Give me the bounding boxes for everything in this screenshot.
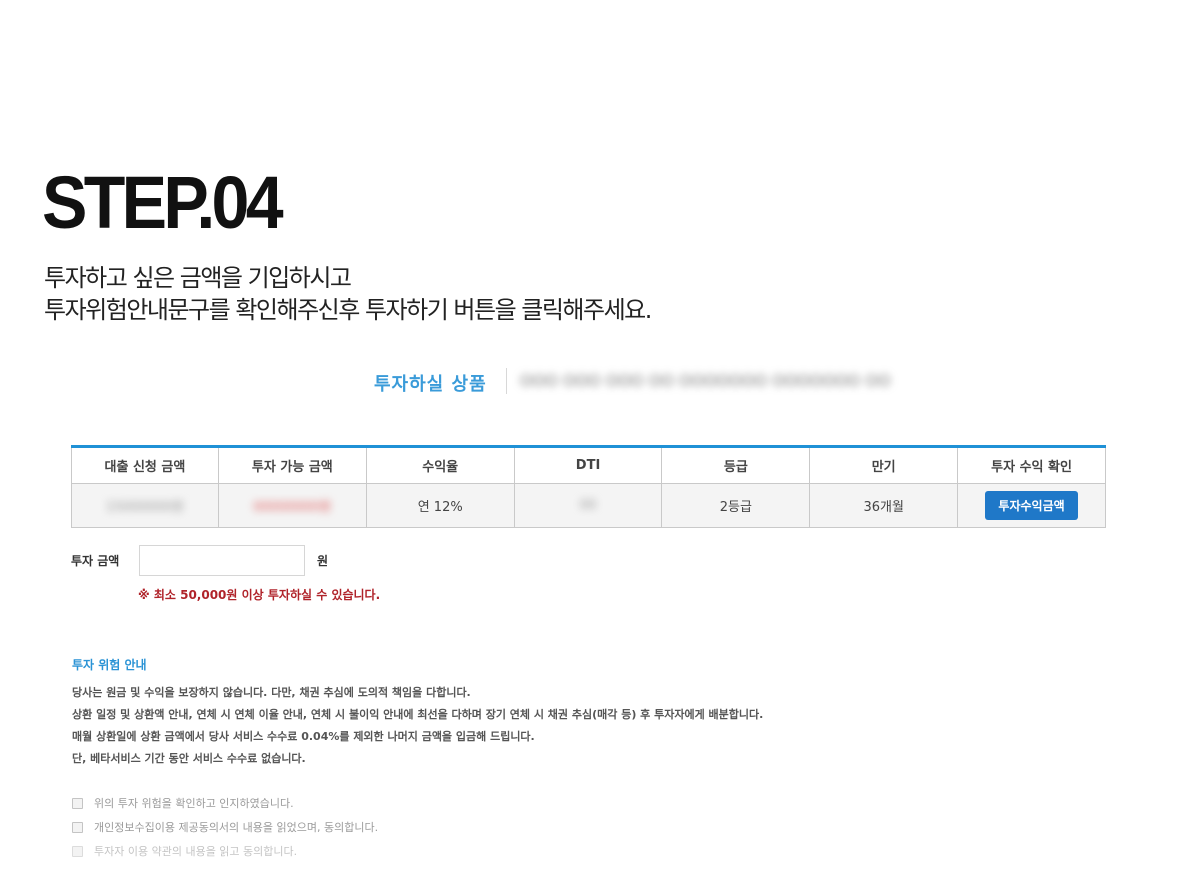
step-description: 투자하고 싶은 금액을 기입하시고 투자위험안내문구를 확인해주신후 투자하기 …: [44, 262, 652, 326]
amount-label: 투자 금액: [71, 554, 120, 568]
product-name: OOO OOO OOO OO OOOOOOO OOOOOOO OO: [520, 371, 891, 390]
cell-term: 36개월: [809, 483, 959, 528]
product-divider: [506, 368, 507, 394]
risk-notice-line: 매월 상환일에 상환 금액에서 당사 서비스 수수료 0.04%를 제외한 나머…: [72, 730, 535, 743]
product-label: 투자하실 상품: [374, 374, 487, 395]
agreement-terms[interactable]: 투자자 이용 약관의 내용을 읽고 동의합니다.: [72, 843, 297, 859]
loan-amount-value: 15000000원: [105, 500, 185, 515]
agreement-privacy-label: 개인정보수집이용 제공동의서의 내용을 읽었으며, 동의합니다.: [94, 821, 379, 834]
cell-available-amount: 00000000원: [217, 483, 367, 528]
agreement-privacy-checkbox[interactable]: [72, 821, 83, 833]
minimum-amount-note: ※ 최소 50,000원 이상 투자하실 수 있습니다.: [138, 588, 381, 602]
risk-notice-body: 당사는 원금 및 수익을 보장하지 않습니다. 다만, 채권 추심에 도의적 책…: [72, 682, 763, 770]
step-title: STEP.04: [42, 161, 284, 244]
header-available-amount: 투자 가능 금액: [217, 446, 367, 484]
cell-loan-amount: 15000000원: [71, 483, 219, 528]
agreement-privacy[interactable]: 개인정보수집이용 제공동의서의 내용을 읽었으며, 동의합니다.: [72, 819, 378, 835]
amount-input[interactable]: [139, 545, 305, 576]
header-profit-check: 투자 수익 확인: [957, 446, 1106, 484]
table-header-row: 대출 신청 금액 투자 가능 금액 수익율 DTI 등급 만기 투자 수익 확인: [71, 446, 1106, 484]
header-loan-amount: 대출 신청 금액: [71, 446, 219, 484]
header-term: 만기: [809, 446, 959, 484]
cell-grade: 2등급: [661, 483, 811, 528]
amount-unit: 원: [317, 554, 329, 568]
header-dti: DTI: [513, 446, 663, 484]
header-rate: 수익율: [365, 446, 515, 484]
available-amount-value: 00000000원: [253, 500, 332, 515]
step-description-line-1: 투자하고 싶은 금액을 기입하시고: [44, 264, 352, 292]
agreement-risk-label: 위의 투자 위험을 확인하고 인지하였습니다.: [94, 797, 294, 810]
profit-calc-button[interactable]: 투자수익금액: [985, 491, 1078, 520]
agreement-terms-checkbox[interactable]: [72, 845, 83, 857]
header-grade: 등급: [661, 446, 811, 484]
dti-value: 00: [579, 498, 597, 513]
table-row: 15000000원 00000000원 연 12% 00 2등급 36개월 투자…: [71, 483, 1106, 528]
agreement-terms-label: 투자자 이용 약관의 내용을 읽고 동의합니다.: [94, 845, 298, 858]
risk-notice-line: 상환 일정 및 상환액 안내, 연체 시 연체 이율 안내, 연체 시 불이익 …: [72, 708, 764, 721]
cell-dti: 00: [513, 483, 663, 528]
product-header: 투자하실 상품 OOO OOO OOO OO OOOOOOO OOOOOOO O…: [0, 366, 1200, 398]
risk-notice-line: 당사는 원금 및 수익을 보장하지 않습니다. 다만, 채권 추심에 도의적 책…: [72, 686, 471, 699]
cell-profit-check: 투자수익금액: [957, 483, 1106, 528]
agreement-risk[interactable]: 위의 투자 위험을 확인하고 인지하였습니다.: [72, 795, 294, 811]
risk-notice-title: 투자 위험 안내: [72, 658, 147, 672]
product-info-table: 대출 신청 금액 투자 가능 금액 수익율 DTI 등급 만기 투자 수익 확인…: [71, 445, 1106, 528]
agreement-risk-checkbox[interactable]: [72, 797, 83, 809]
step-description-line-2: 투자위험안내문구를 확인해주신후 투자하기 버튼을 클릭해주세요.: [44, 296, 652, 324]
risk-notice-line: 단, 베타서비스 기간 동안 서비스 수수료 없습니다.: [72, 752, 306, 765]
cell-rate: 연 12%: [365, 483, 515, 528]
